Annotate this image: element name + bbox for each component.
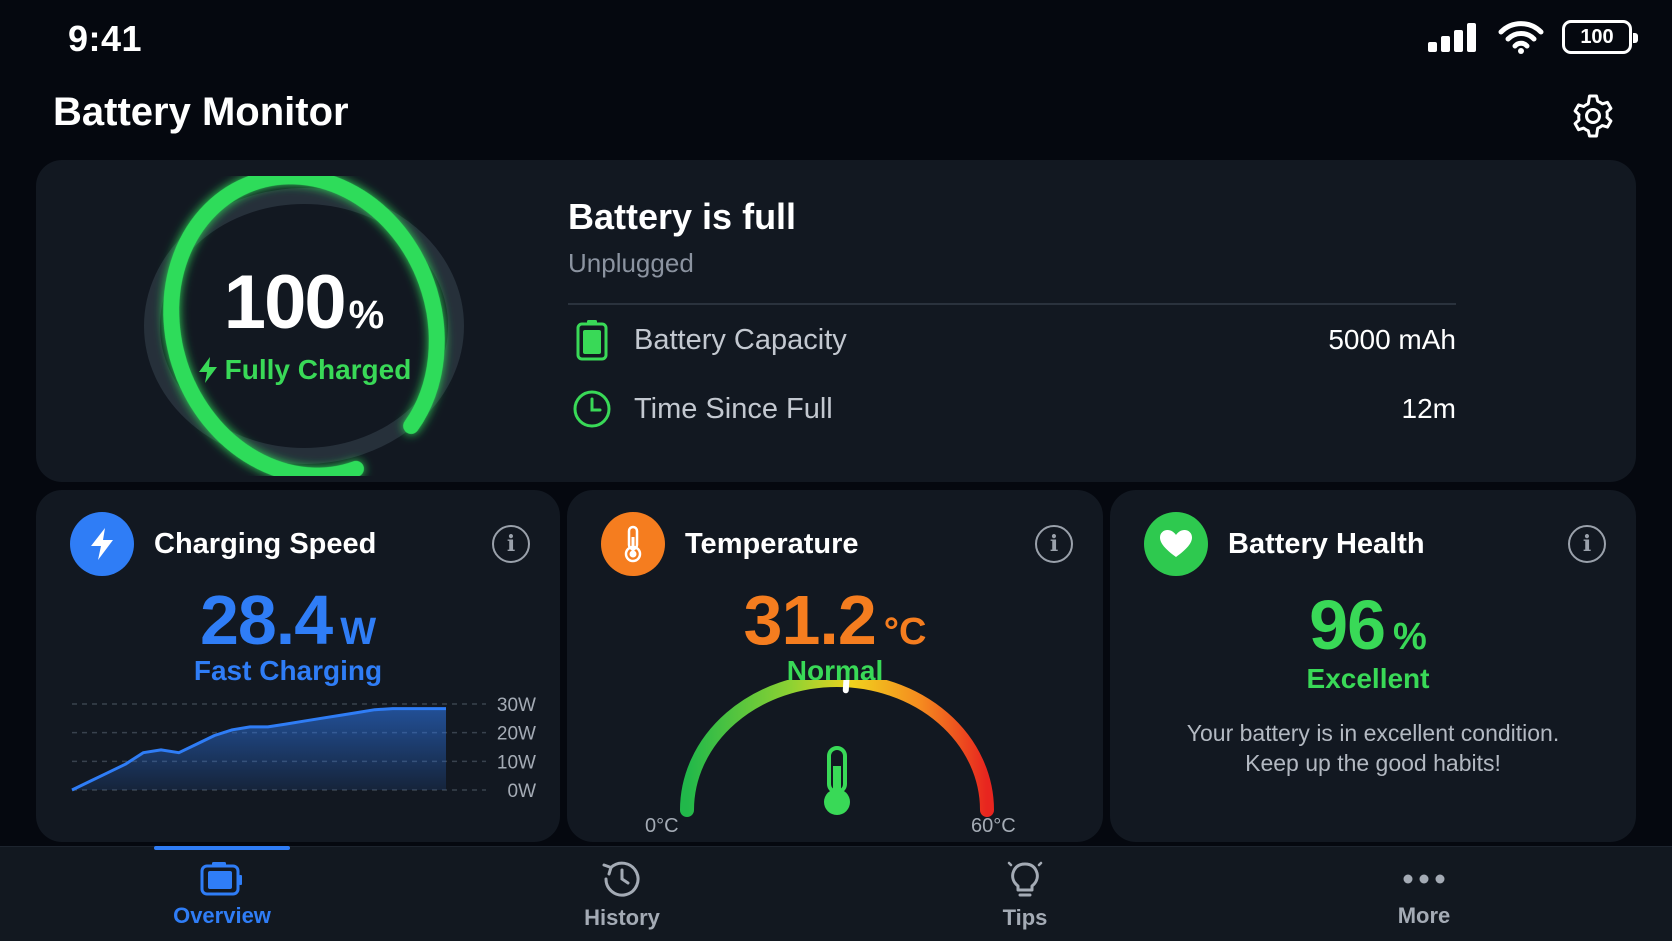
history-icon [602, 861, 640, 897]
charging-speed-card: Charging Speed i 28.4 W Fast Charging 30… [36, 490, 560, 842]
charging-speed-badge [70, 512, 134, 576]
chart-tick-label: 10W [497, 752, 536, 773]
tab-more[interactable]: More [1304, 847, 1544, 941]
time-since-full-row: Time Since Full 12m [568, 384, 1456, 434]
tab-label: Overview [173, 902, 271, 928]
battery-health-value: 96 % [1100, 585, 1636, 665]
chart-tick-label: 30W [497, 695, 536, 716]
speed-number: 28.4 [199, 581, 333, 659]
battery-icon [568, 316, 616, 364]
clock-icon [568, 385, 616, 433]
status-icons: 100 [1426, 20, 1638, 54]
thermometer-icon [824, 746, 850, 815]
battery-tab-icon [200, 861, 242, 895]
tab-bar: Overview History Tips More [0, 846, 1672, 941]
tab-label: History [584, 904, 660, 930]
status-bar: 9:41 100 [0, 0, 1672, 80]
temperature-gauge: 0°C 60°C [645, 680, 1016, 837]
chart-tick-label: 0W [508, 781, 537, 802]
battery-capacity-row: Battery Capacity 5000 mAh [568, 315, 1456, 365]
temperature-badge [601, 512, 665, 576]
temperature-unit: °C [883, 611, 927, 653]
gauge-marker [842, 680, 850, 694]
thermometer-icon [624, 525, 642, 563]
battery-summary-card: 100 % Fully Charged Battery is full Unpl… [36, 160, 1636, 482]
tab-label: Tips [1002, 904, 1048, 930]
tab-overview[interactable]: Overview [102, 847, 342, 941]
wifi-icon [1498, 21, 1544, 54]
heart-icon [1160, 530, 1192, 557]
status-battery-icon: 100 [1562, 20, 1638, 54]
tab-label: More [1397, 902, 1451, 928]
power-source-status: Unplugged [568, 248, 694, 278]
chart-area [72, 708, 446, 790]
info-button[interactable]: i [1035, 525, 1073, 563]
stat-value: 12m [1401, 393, 1456, 424]
info-button[interactable]: i [492, 525, 530, 563]
bolt-icon [91, 528, 113, 560]
charge-percent-unit: % [348, 292, 385, 337]
card-title: Battery Health [1228, 527, 1425, 560]
temperature-value: 31.2 °C [567, 580, 1103, 660]
gauge-max-label: 60°C [971, 815, 1016, 837]
stat-label: Battery Capacity [634, 323, 847, 356]
charge-percent: 100 [223, 259, 347, 345]
status-time: 9:41 [68, 18, 143, 59]
temperature-number: 31.2 [743, 581, 877, 659]
stat-label: Time Since Full [634, 392, 833, 425]
stat-value: 5000 mAh [1328, 324, 1456, 355]
speed-unit: W [340, 611, 377, 653]
health-status: Excellent [1306, 663, 1430, 694]
tab-tips[interactable]: Tips [905, 847, 1145, 941]
page-title: Battery Monitor [53, 90, 349, 134]
battery-health-badge [1144, 512, 1208, 576]
charge-status: Fully Charged [224, 353, 412, 385]
more-dots-icon [1403, 874, 1445, 883]
card-title: Charging Speed [154, 527, 377, 560]
charging-speed-chart: 30W 20W 10W 0W [71, 695, 537, 802]
signal-icon [1428, 23, 1476, 52]
divider [568, 303, 1456, 305]
gear-icon [1573, 94, 1613, 138]
gauge-min-label: 0°C [645, 815, 679, 837]
settings-button[interactable] [1565, 88, 1621, 144]
chart-tick-label: 20W [497, 724, 536, 745]
battery-state-title: Battery is full [568, 196, 797, 237]
charge-readout: 100 % Fully Charged [131, 176, 477, 476]
health-number: 96 [1309, 586, 1386, 664]
health-desc-line: Keep up the good habits! [1245, 750, 1501, 776]
charging-speed-value: 28.4 W [16, 580, 560, 660]
card-title: Temperature [685, 527, 859, 560]
lightbulb-icon [1007, 861, 1043, 896]
charging-mode-status: Fast Charging [193, 655, 383, 686]
bolt-icon [198, 356, 217, 383]
health-description: Your battery is in excellent condition. … [1150, 718, 1596, 778]
tab-history[interactable]: History [502, 847, 742, 941]
health-unit: % [1393, 616, 1427, 658]
health-desc-line: Your battery is in excellent condition. [1186, 720, 1560, 746]
battery-health-card: Battery Health i 96 % Excellent Your bat… [1110, 490, 1636, 842]
temperature-card: Temperature i 31.2 °C Normal 0°C 60°C [567, 490, 1103, 842]
info-button[interactable]: i [1568, 525, 1606, 563]
